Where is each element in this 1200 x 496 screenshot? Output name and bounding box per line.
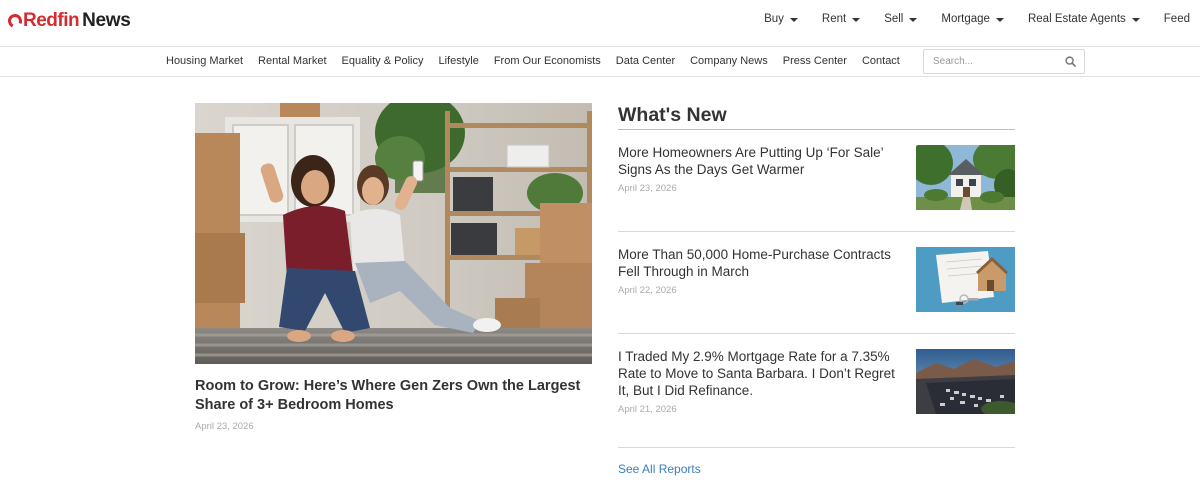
nav-rent-label: Rent bbox=[821, 13, 847, 25]
category-lifestyle[interactable]: Lifestyle bbox=[438, 55, 478, 67]
chevron-down-icon bbox=[995, 17, 1004, 22]
story-thumbnail-model-house-and-keys[interactable] bbox=[916, 247, 1015, 312]
whats-new-section: What's New More Homeowners Are Putting U… bbox=[618, 103, 1015, 476]
featured-article[interactable]: Room to Grow: Here’s Where Gen Zers Own … bbox=[195, 103, 592, 432]
nav-sell-label: Sell bbox=[884, 13, 904, 25]
logo-text-redfin: Redfin bbox=[23, 10, 80, 31]
category-rental-market[interactable]: Rental Market bbox=[258, 55, 326, 67]
chevron-down-icon bbox=[1131, 17, 1140, 22]
search-box bbox=[923, 49, 1085, 74]
redfin-logo-icon bbox=[6, 12, 24, 30]
chevron-down-icon bbox=[789, 17, 798, 22]
nav-mortgage[interactable]: Mortgage bbox=[941, 13, 1004, 25]
nav-rent[interactable]: Rent bbox=[821, 13, 861, 25]
story-date: April 21, 2026 bbox=[618, 404, 677, 415]
see-all-reports-link[interactable]: See All Reports bbox=[618, 462, 1015, 476]
category-housing-market[interactable]: Housing Market bbox=[166, 55, 243, 67]
category-nav: Housing Market Rental Market Equality & … bbox=[166, 55, 915, 67]
category-equality-policy[interactable]: Equality & Policy bbox=[342, 55, 424, 67]
list-item[interactable]: More Homeowners Are Putting Up ‘For Sale… bbox=[618, 130, 1015, 232]
search-icon[interactable] bbox=[1065, 56, 1076, 67]
chevron-down-icon bbox=[909, 17, 918, 22]
nav-feed[interactable]: Feed bbox=[1164, 13, 1190, 25]
nav-buy[interactable]: Buy bbox=[764, 13, 798, 25]
list-item[interactable]: More Than 50,000 Home-Purchase Contracts… bbox=[618, 232, 1015, 334]
story-thumbnail-aerial-city-at-dusk[interactable] bbox=[916, 349, 1015, 414]
featured-photo-couple-with-moving-boxes[interactable] bbox=[195, 103, 592, 364]
story-date: April 22, 2026 bbox=[618, 285, 677, 296]
category-from-our-economists[interactable]: From Our Economists bbox=[494, 55, 601, 67]
category-contact[interactable]: Contact bbox=[862, 55, 900, 67]
chevron-down-icon bbox=[852, 17, 861, 22]
story-date: April 23, 2026 bbox=[618, 183, 677, 194]
story-title[interactable]: More Homeowners Are Putting Up ‘For Sale… bbox=[618, 144, 903, 178]
category-data-center[interactable]: Data Center bbox=[616, 55, 675, 67]
story-thumbnail-house-with-trees[interactable] bbox=[916, 145, 1015, 210]
nav-real-estate-agents[interactable]: Real Estate Agents bbox=[1028, 13, 1140, 25]
featured-date: April 23, 2026 bbox=[195, 421, 254, 432]
nav-sell[interactable]: Sell bbox=[884, 13, 918, 25]
main-nav: Buy Rent Sell Mortgage Real Estate Agent… bbox=[740, 13, 1190, 25]
story-title[interactable]: More Than 50,000 Home-Purchase Contracts… bbox=[618, 246, 903, 280]
category-company-news[interactable]: Company News bbox=[690, 55, 768, 67]
logo-text-news: News bbox=[82, 10, 131, 31]
site-header: Redfin News Buy Rent Sell Mortgage Real … bbox=[0, 0, 1200, 47]
search-input[interactable] bbox=[924, 50, 1060, 73]
nav-real-estate-agents-label: Real Estate Agents bbox=[1027, 13, 1126, 25]
featured-title[interactable]: Room to Grow: Here’s Where Gen Zers Own … bbox=[195, 377, 592, 415]
nav-buy-label: Buy bbox=[764, 13, 784, 25]
redfin-news-logo[interactable]: Redfin News bbox=[6, 10, 131, 32]
category-press-center[interactable]: Press Center bbox=[783, 55, 847, 67]
nav-mortgage-label: Mortgage bbox=[941, 13, 990, 25]
story-title[interactable]: I Traded My 2.9% Mortgage Rate for a 7.3… bbox=[618, 348, 903, 399]
list-item[interactable]: I Traded My 2.9% Mortgage Rate for a 7.3… bbox=[618, 334, 1015, 448]
whats-new-heading: What's New bbox=[618, 103, 1015, 130]
category-bar: Housing Market Rental Market Equality & … bbox=[0, 47, 1200, 77]
nav-feed-label: Feed bbox=[1163, 13, 1190, 25]
